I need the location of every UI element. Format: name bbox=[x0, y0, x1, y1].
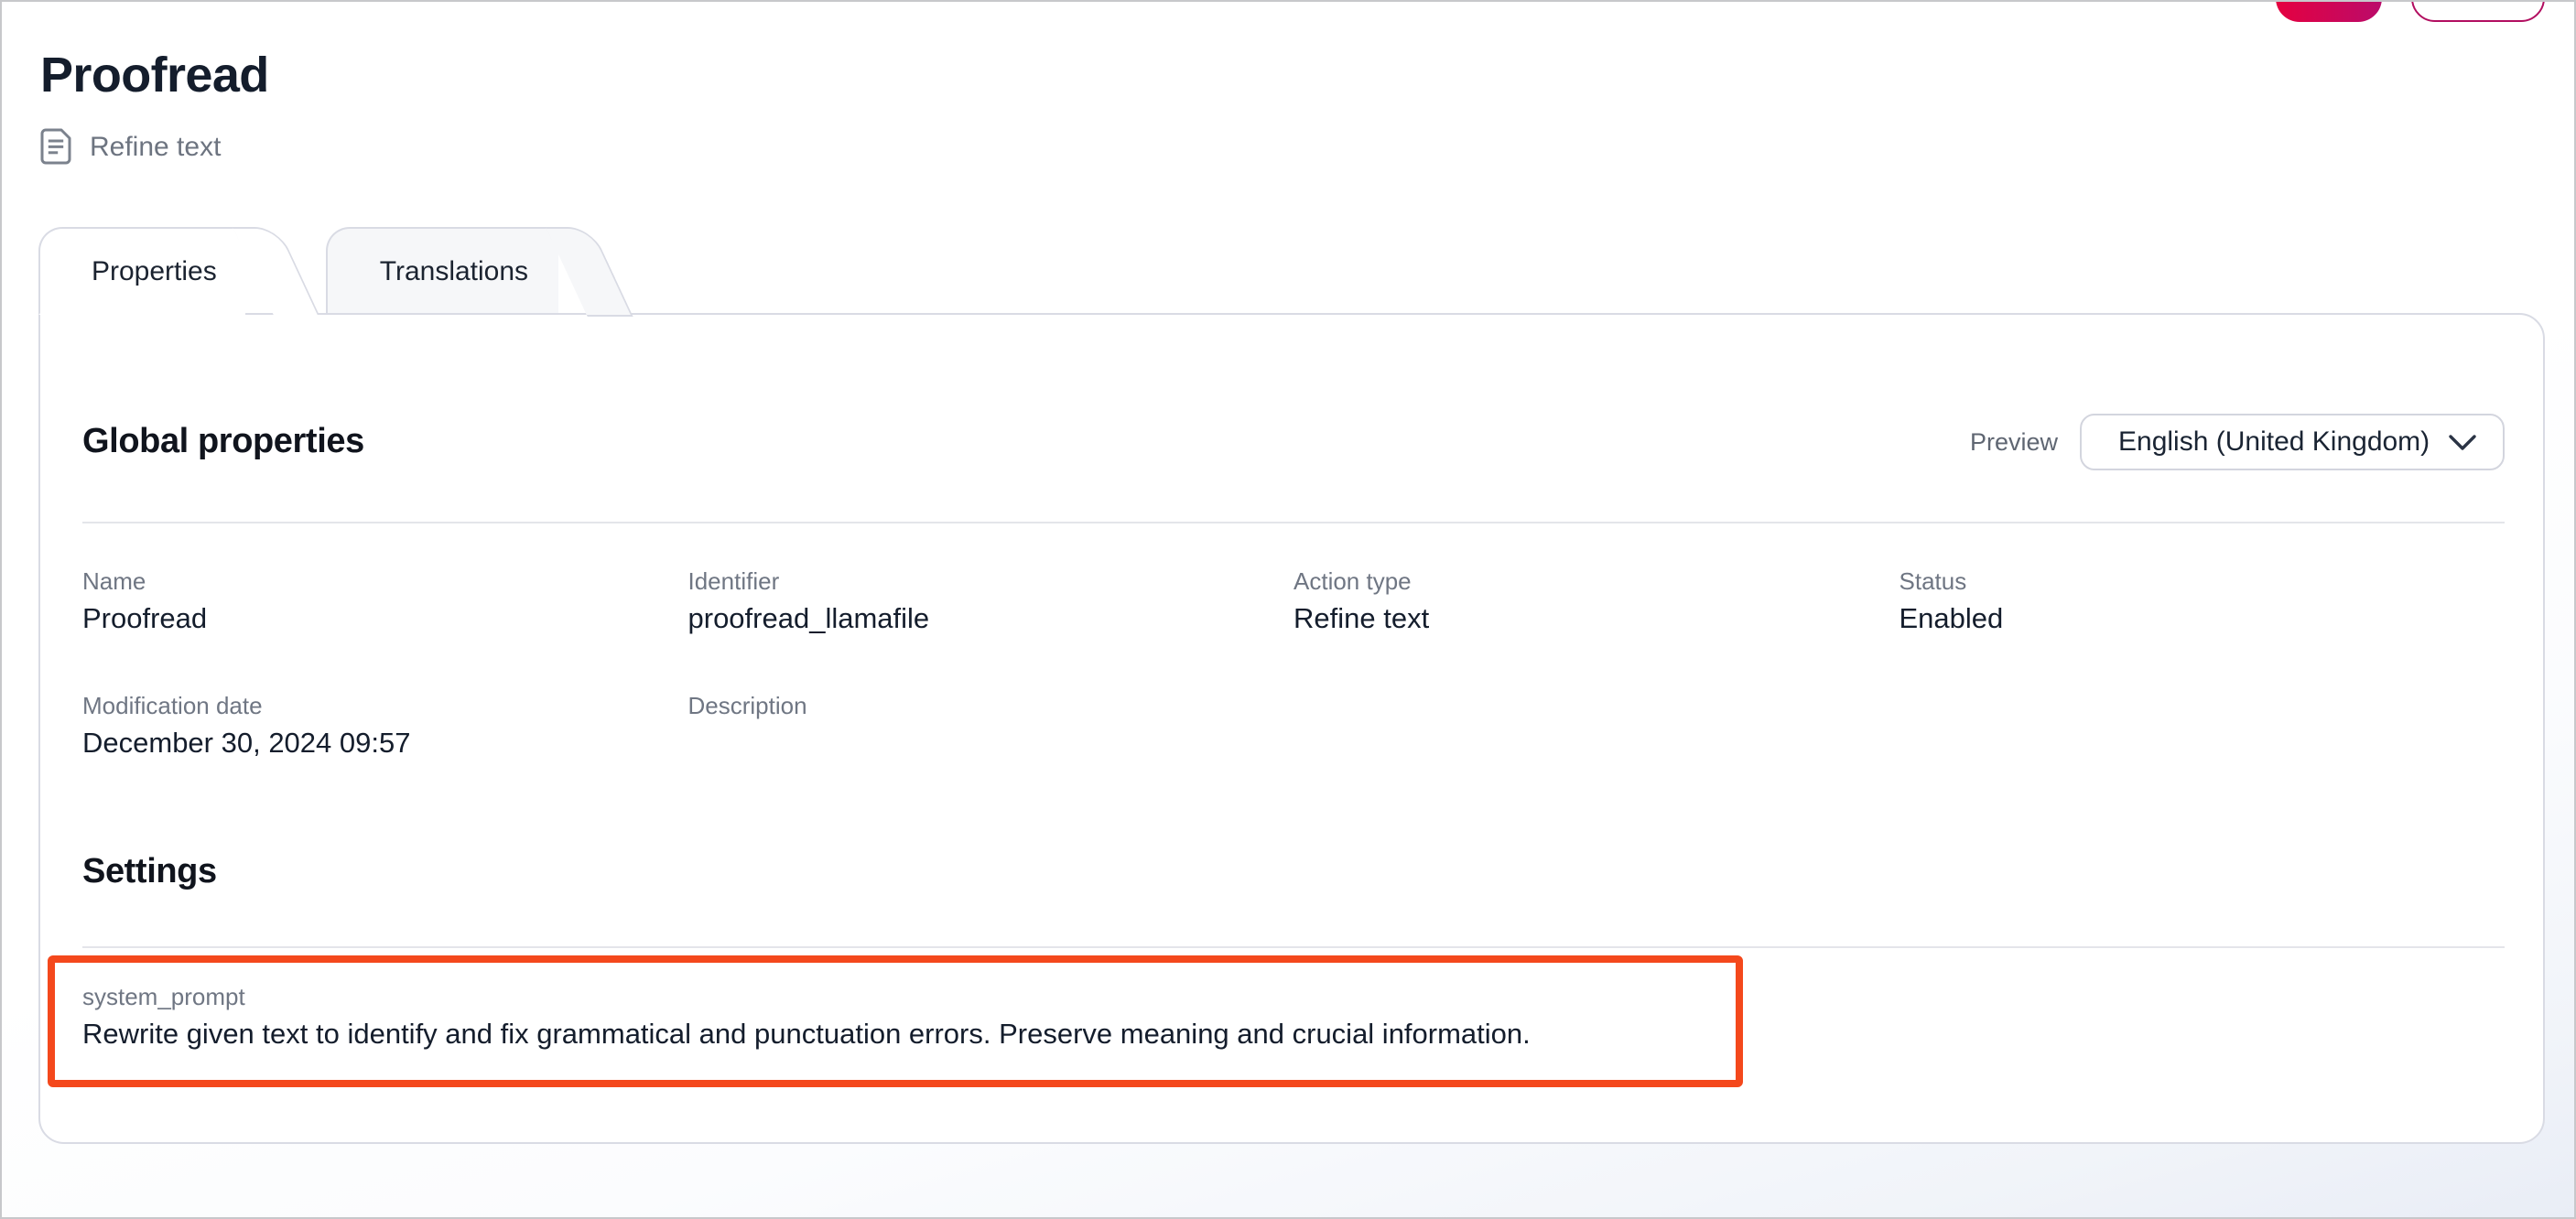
system-prompt-label: system_prompt bbox=[82, 983, 1698, 1010]
field-action-type-label: Action type bbox=[1293, 567, 1900, 595]
language-select[interactable]: English (United Kingdom) bbox=[2080, 414, 2505, 470]
app-window: Proofread Refine text Properties Transla… bbox=[0, 0, 2576, 1219]
settings-heading: Settings bbox=[82, 853, 2505, 893]
global-properties-divider bbox=[82, 522, 2505, 523]
tab-bar: Properties Translations bbox=[38, 227, 2574, 315]
field-identifier: Identifier proofread_llamafile bbox=[688, 567, 1294, 637]
field-identifier-value: proofread_llamafile bbox=[688, 604, 1294, 637]
tab-translations-label: Translations bbox=[380, 255, 528, 286]
page-scale-wrapper: Proofread Refine text Properties Transla… bbox=[0, 0, 2576, 1219]
global-properties-grid: Name Proofread Identifier proofread_llam… bbox=[82, 567, 2505, 761]
field-name-label: Name bbox=[82, 567, 688, 595]
field-status: Status Enabled bbox=[1900, 567, 2506, 637]
field-identifier-label: Identifier bbox=[688, 567, 1294, 595]
tab-properties-label: Properties bbox=[92, 255, 217, 286]
secondary-action-button[interactable] bbox=[2411, 0, 2545, 22]
field-modification-date: Modification date December 30, 2024 09:5… bbox=[82, 692, 688, 761]
field-status-label: Status bbox=[1900, 567, 2506, 595]
page-subtitle: Refine text bbox=[90, 131, 221, 162]
field-name: Name Proofread bbox=[82, 567, 688, 637]
field-name-value: Proofread bbox=[82, 604, 688, 637]
file-text-icon bbox=[40, 128, 71, 165]
preview-language-group: Preview English (United Kingdom) bbox=[1970, 414, 2505, 470]
field-action-type: Action type Refine text bbox=[1293, 567, 1900, 637]
field-status-value: Enabled bbox=[1900, 604, 2506, 637]
preview-label: Preview bbox=[1970, 428, 2058, 456]
field-modification-date-value: December 30, 2024 09:57 bbox=[82, 728, 688, 761]
system-prompt-highlight-box: system_prompt Rewrite given text to iden… bbox=[47, 955, 1742, 1088]
field-modification-date-label: Modification date bbox=[82, 692, 688, 719]
tab-translations[interactable]: Translations bbox=[327, 227, 557, 315]
language-select-value: English (United Kingdom) bbox=[2118, 426, 2430, 458]
system-prompt-value: Rewrite given text to identify and fix g… bbox=[82, 1018, 1698, 1053]
field-action-type-value: Refine text bbox=[1293, 604, 1900, 637]
chevron-down-icon bbox=[2448, 433, 2477, 451]
page-title: Proofread bbox=[40, 48, 2574, 104]
field-description-label: Description bbox=[688, 692, 1294, 719]
page-subtitle-row: Refine text bbox=[40, 128, 2574, 165]
properties-panel: Global properties Preview English (Unite… bbox=[38, 313, 2545, 1144]
tab-properties[interactable]: Properties bbox=[38, 227, 246, 315]
primary-action-button[interactable] bbox=[2276, 0, 2382, 22]
field-description: Description bbox=[688, 692, 1294, 761]
global-properties-heading: Global properties bbox=[82, 422, 364, 462]
settings-divider bbox=[82, 946, 2505, 948]
